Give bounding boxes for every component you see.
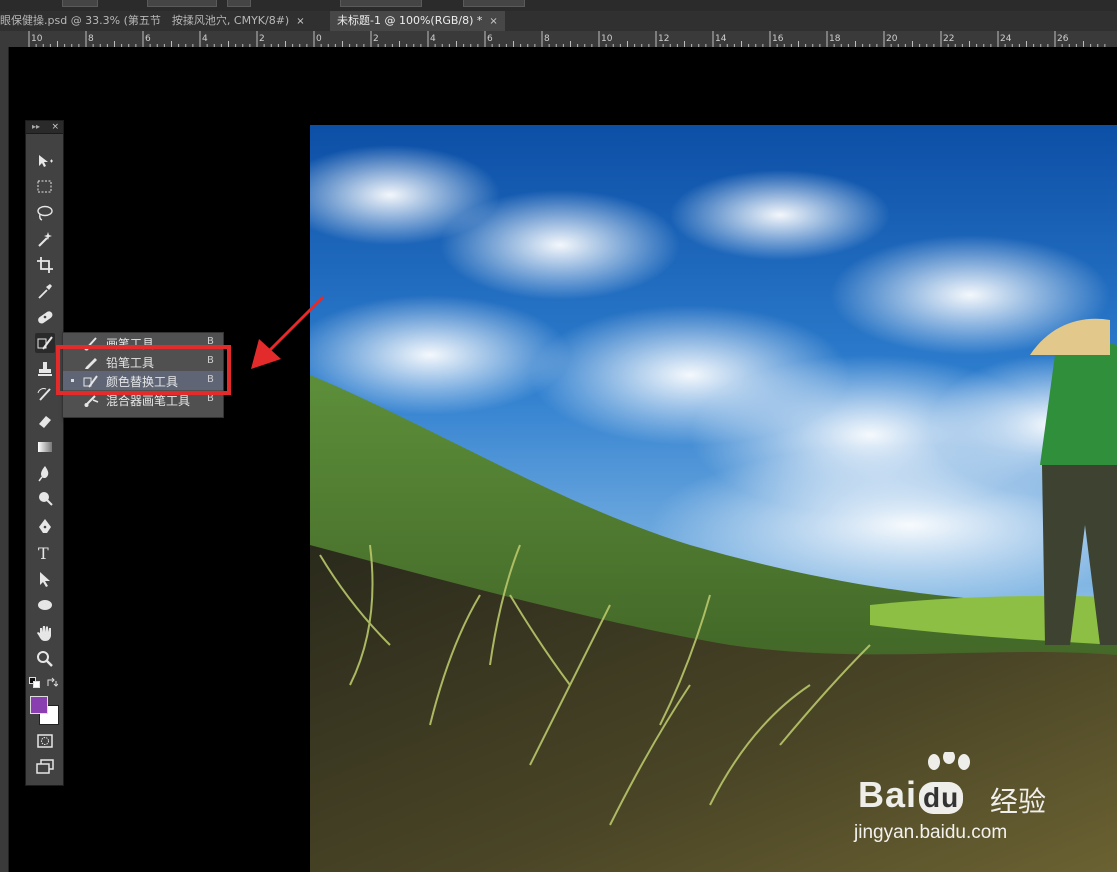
swap-colors-icon[interactable]	[46, 677, 58, 689]
crop-tool[interactable]	[35, 255, 55, 275]
eyedropper-tool[interactable]	[35, 281, 55, 301]
horizontal-ruler[interactable]: 10 8 6 4 2 0 2 4 6 8 10 12 14 16 18 20 22 24 26	[0, 31, 1117, 48]
ruler-label: 8	[544, 34, 550, 44]
rectangular-marquee-tool[interactable]	[35, 177, 55, 197]
foreground-color-swatch[interactable]	[30, 696, 48, 714]
tools-panel: ▸▸ × T	[25, 120, 64, 786]
ruler-label: 4	[430, 34, 436, 44]
baidu-jingyan-watermark: Bai du 经验 jingyan.baidu.com	[854, 752, 1117, 852]
watermark-brand: Bai du	[858, 774, 964, 816]
lasso-tool[interactable]	[35, 203, 55, 223]
type-glyph: T	[38, 544, 49, 563]
tab-document-1[interactable]: 眼保健操.psd @ 33.3% (第五节 按揉风池穴, CMYK/8#) ×	[0, 11, 328, 31]
ruler-label: 2	[259, 34, 265, 44]
blur-tool[interactable]	[35, 463, 55, 483]
spot-healing-brush-tool[interactable]	[35, 307, 55, 327]
ruler-label: 10	[601, 34, 613, 44]
ruler-label: 10	[31, 34, 43, 44]
ruler-label: 6	[487, 34, 493, 44]
options-toggle[interactable]	[227, 0, 251, 7]
path-selection-tool[interactable]	[35, 569, 55, 589]
close-icon[interactable]: ×	[489, 16, 497, 27]
default-colors-icon[interactable]	[29, 677, 41, 689]
ruler-label: 4	[202, 34, 208, 44]
history-brush-tool[interactable]	[35, 385, 55, 405]
options-slider[interactable]	[463, 0, 525, 7]
ruler-label: 18	[829, 34, 841, 44]
clone-stamp-tool[interactable]	[35, 359, 55, 379]
dodge-tool[interactable]	[35, 489, 55, 509]
type-tool[interactable]: T	[35, 543, 55, 563]
annotation-arrow	[245, 295, 325, 379]
options-field[interactable]	[147, 0, 217, 7]
watermark-chinese: 经验	[990, 785, 1047, 818]
ruler-label: 6	[145, 34, 151, 44]
close-icon[interactable]: ×	[296, 16, 304, 27]
tab-label: 未标题-1 @ 100%(RGB/8) *	[337, 14, 483, 27]
tools-panel-header[interactable]: ▸▸ ×	[26, 121, 63, 134]
collapse-icon[interactable]: ▸▸	[32, 121, 40, 133]
document-tab-bar: 眼保健操.psd @ 33.3% (第五节 按揉风池穴, CMYK/8#) × 未…	[0, 11, 1117, 31]
quick-mask-mode-icon[interactable]	[35, 731, 55, 751]
hand-tool[interactable]	[35, 623, 55, 643]
ruler-label: 20	[886, 34, 898, 44]
move-tool[interactable]	[35, 151, 55, 171]
ellipse-tool[interactable]	[35, 595, 55, 615]
mixer-brush-icon	[83, 392, 99, 412]
ruler-label: 16	[772, 34, 784, 44]
ruler-label: 14	[715, 34, 727, 44]
close-icon[interactable]: ×	[51, 121, 59, 133]
magic-wand-tool[interactable]	[35, 229, 55, 249]
options-dropdown[interactable]	[340, 0, 422, 7]
eraser-tool[interactable]	[35, 411, 55, 431]
zoom-tool[interactable]	[35, 649, 55, 669]
vertical-ruler[interactable]	[0, 47, 9, 872]
watermark-url: jingyan.baidu.com	[854, 822, 1008, 843]
screen-mode-icon[interactable]	[35, 757, 55, 777]
tab-label: 眼保健操.psd @ 33.3% (第五节 按揉风池穴, CMYK/8#)	[0, 14, 290, 27]
pen-tool[interactable]	[35, 517, 55, 537]
ruler-label: 2	[373, 34, 379, 44]
tab-document-2[interactable]: 未标题-1 @ 100%(RGB/8) * ×	[330, 11, 505, 31]
ruler-label: 0	[316, 34, 322, 44]
annotation-highlight-box	[56, 345, 231, 395]
ruler-label: 24	[1000, 34, 1012, 44]
gradient-tool[interactable]	[35, 437, 55, 457]
ruler-label: 8	[88, 34, 94, 44]
ruler-label: 26	[1057, 34, 1069, 44]
brush-tool[interactable]	[35, 333, 55, 353]
ruler-label: 12	[658, 34, 669, 44]
ruler-label: 22	[943, 34, 954, 44]
tool-preset-picker[interactable]	[62, 0, 98, 7]
